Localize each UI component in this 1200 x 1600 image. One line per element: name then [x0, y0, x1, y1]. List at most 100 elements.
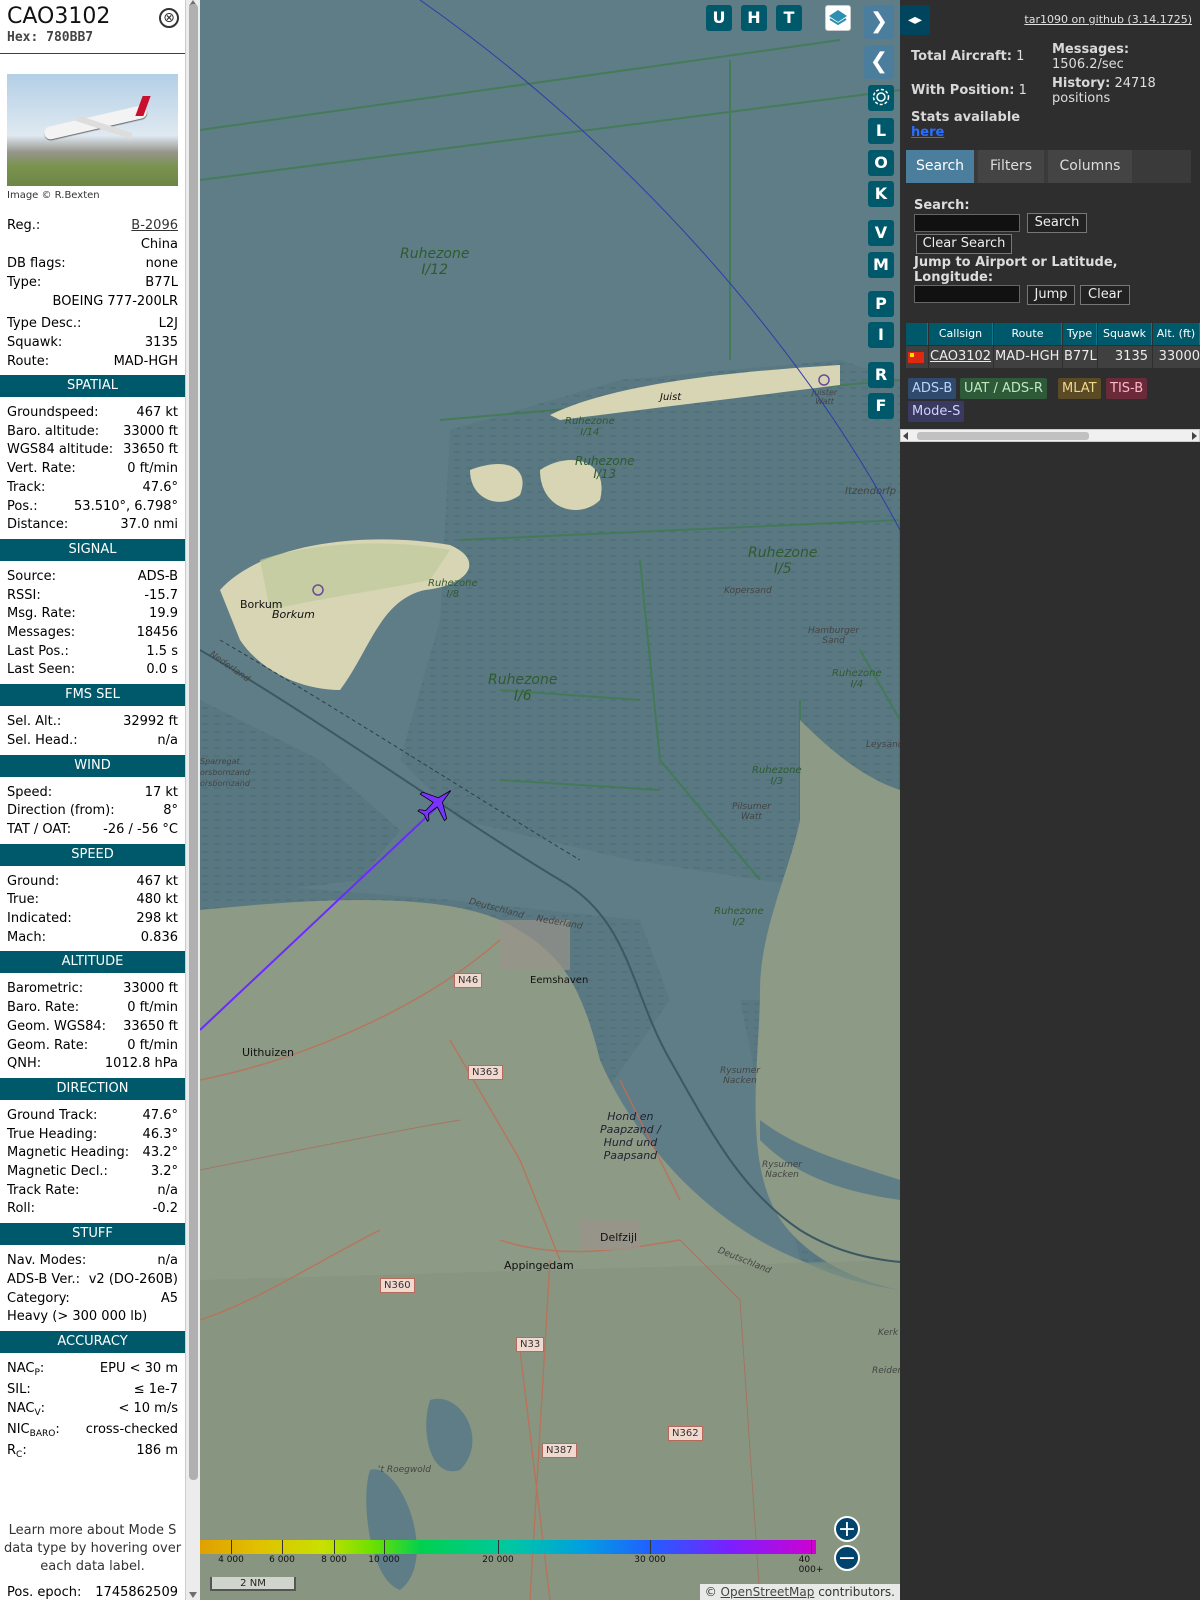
section-header-spatial[interactable]: SPATIAL — [0, 375, 185, 397]
info-row: Sel. Head.: n/a — [7, 731, 178, 750]
button-k[interactable]: K — [868, 181, 894, 207]
source-badge[interactable]: TIS-B — [1106, 378, 1148, 399]
button-m[interactable]: M — [868, 252, 894, 278]
zone-label: Ruhezone I/12 — [400, 246, 470, 278]
zoom-out-button[interactable]: − — [834, 1545, 860, 1571]
table-header[interactable]: Type — [1063, 323, 1097, 345]
stats-link[interactable]: here — [911, 125, 944, 140]
info-row: Ground: 467 kt — [7, 872, 178, 891]
osm-link[interactable]: OpenStreetMap — [721, 1585, 815, 1599]
source-badge[interactable]: Mode-S — [908, 401, 965, 422]
toggle-sidebar-icon[interactable]: ◂▸ — [900, 5, 930, 35]
info-value[interactable]: B-2096 — [131, 216, 178, 235]
button-v[interactable]: V — [868, 220, 894, 246]
info-label: Direction (from): — [7, 803, 115, 819]
map-canvas[interactable] — [200, 0, 900, 1600]
section-header-wind[interactable]: WIND — [0, 754, 185, 777]
road-shield: N33 — [516, 1337, 545, 1352]
section-header-altitude[interactable]: ALTITUDE — [0, 951, 185, 974]
legend-tick-label: 6 000 — [269, 1555, 295, 1565]
map-attribution: © OpenStreetMap contributors. — [699, 1584, 900, 1600]
info-label: Distance: — [7, 517, 69, 533]
info-value: 33650 ft — [123, 1018, 178, 1034]
zone-label: Ruhezone I/13 — [575, 454, 635, 481]
button-l[interactable]: L — [868, 118, 894, 144]
place-label: Borkum — [272, 608, 315, 621]
layers-icon[interactable] — [825, 5, 851, 31]
table-header[interactable]: Route — [994, 323, 1062, 345]
info-value: 47.6° — [142, 479, 178, 495]
info-row: Squawk: 3135 — [7, 333, 178, 352]
button-t[interactable]: T — [776, 5, 802, 31]
button-o[interactable]: O — [868, 150, 894, 176]
settings-gear-icon[interactable] — [868, 85, 894, 111]
source-badge[interactable]: ADS-B — [908, 378, 957, 399]
button-r[interactable]: R — [868, 362, 894, 388]
info-value: EPU < 30 m — [99, 1360, 178, 1376]
table-header[interactable]: Squawk — [1098, 323, 1152, 345]
info-value: Heavy (> 300 000 lb) — [7, 1309, 148, 1325]
table-cell-callsign[interactable]: CAO3102 — [929, 346, 993, 368]
search-input[interactable] — [914, 214, 1020, 232]
jump-button[interactable]: Jump — [1027, 285, 1075, 305]
tab-filters[interactable]: Filters — [978, 150, 1044, 183]
chevron-right-icon[interactable]: ❯ — [864, 5, 894, 39]
table-header[interactable]: Callsign — [929, 323, 993, 345]
tab-columns[interactable]: Columns — [1048, 150, 1132, 183]
info-value: -15.7 — [144, 587, 178, 603]
info-value: L2J — [158, 316, 178, 331]
section-header-direction[interactable]: DIRECTION — [0, 1077, 185, 1100]
info-row: Speed: 17 kt — [7, 783, 178, 802]
info-value: 480 kt — [136, 892, 178, 908]
section-header-fms-sel[interactable]: FMS SEL — [0, 684, 185, 707]
place-label: Itzendorfp — [845, 486, 897, 497]
clear-search-button[interactable]: Clear Search — [916, 234, 1012, 254]
info-label: Source: — [7, 568, 57, 584]
info-row: Source: ADS-B — [7, 567, 178, 586]
tab-search[interactable]: Search — [906, 150, 974, 183]
table-horizontal-scrollbar[interactable] — [900, 429, 1200, 442]
github-link[interactable]: tar1090 on github (3.14.1725) — [1024, 13, 1192, 26]
info-value: 8° — [163, 803, 178, 819]
info-value: 0.0 s — [146, 662, 178, 678]
info-value: 1012.8 hPa — [104, 1056, 178, 1072]
aircraft-hex: Hex: 780BB7 — [7, 30, 94, 45]
section-header-speed[interactable]: SPEED — [0, 843, 185, 866]
button-i[interactable]: I — [868, 322, 894, 348]
jump-input[interactable] — [914, 285, 1020, 303]
info-label: Geom. Rate: — [7, 1037, 89, 1053]
aircraft-photo[interactable] — [7, 74, 178, 186]
section-header-accuracy[interactable]: ACCURACY — [0, 1330, 185, 1353]
button-f[interactable]: F — [868, 393, 894, 419]
button-p[interactable]: P — [868, 291, 894, 317]
info-row: Type: B77L — [7, 273, 178, 292]
section-header-stuff[interactable]: STUFF — [0, 1223, 185, 1246]
info-row: Ground Track: 47.6° — [7, 1106, 178, 1125]
table-header[interactable]: Alt. (ft) — [1153, 323, 1200, 345]
search-button[interactable]: Search — [1027, 213, 1087, 233]
close-icon[interactable]: ⊗ — [159, 8, 179, 28]
info-label: RSSI: — [7, 587, 41, 603]
info-row: Messages: 18456 — [7, 623, 178, 642]
place-label: Rysumer Nacken — [762, 1160, 802, 1180]
zone-label: Ruhezone I/4 — [832, 668, 882, 690]
zoom-in-button[interactable]: + — [834, 1516, 860, 1542]
info-label: Sel. Head.: — [7, 732, 78, 748]
clear-button[interactable]: Clear — [1080, 285, 1130, 305]
info-value: < 10 m/s — [118, 1400, 178, 1416]
source-badge[interactable]: MLAT — [1058, 378, 1101, 399]
info-label: Category: — [7, 1290, 70, 1306]
button-u[interactable]: U — [706, 5, 732, 31]
info-scrollbar[interactable] — [185, 0, 200, 1600]
info-label: Type: — [7, 275, 42, 290]
info-row: RC: 186 m — [7, 1441, 178, 1460]
info-row: Mach: 0.836 — [7, 928, 178, 947]
info-row: WGS84 altitude: 33650 ft — [7, 440, 178, 459]
chevron-left-icon[interactable]: ❮ — [864, 45, 894, 79]
button-h[interactable]: H — [741, 5, 767, 31]
source-badge[interactable]: UAT / ADS-R — [960, 378, 1047, 399]
section-header-signal[interactable]: SIGNAL — [0, 538, 185, 561]
map-view[interactable]: Ruhezone I/12 Ruhezone I/14 Ruhezone I/13 R… — [200, 0, 900, 1600]
road-shield: N362 — [668, 1426, 703, 1441]
info-row: True: 480 kt — [7, 890, 178, 909]
